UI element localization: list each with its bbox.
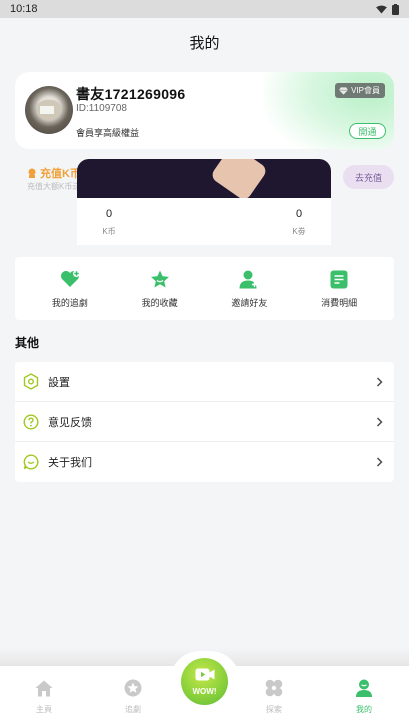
status-icons bbox=[376, 3, 399, 15]
tab-label: 主頁 bbox=[36, 705, 52, 714]
kcoupon-value: 0 bbox=[295, 208, 303, 220]
star-circle-icon bbox=[123, 678, 143, 698]
tab-label: 我的 bbox=[356, 705, 372, 714]
heart-plus-icon bbox=[59, 268, 81, 290]
kcoupon-label: K劵 bbox=[292, 227, 306, 236]
recharge-title-text: 充值K币 bbox=[40, 168, 81, 180]
tab-wow-button[interactable]: WOW! bbox=[181, 658, 228, 705]
kcoin-value: 0 bbox=[105, 208, 113, 220]
tab-explore[interactable]: 探索 bbox=[239, 666, 309, 728]
settings-icon bbox=[22, 373, 40, 391]
menu-item-label: 設置 bbox=[48, 376, 70, 389]
profile-icon bbox=[354, 678, 374, 698]
quick-action-my-dramas[interactable]: 我的追劇 bbox=[30, 257, 110, 320]
open-vip-button[interactable]: 開通 bbox=[349, 123, 386, 139]
tab-label: 追劇 bbox=[125, 705, 141, 714]
menu-item-about[interactable]: 关于我们 bbox=[15, 442, 394, 482]
kcoin-stat[interactable]: 0 K币 bbox=[79, 208, 139, 237]
avatar[interactable] bbox=[25, 86, 73, 134]
quick-action-label: 邀請好友 bbox=[231, 298, 268, 308]
tab-dramas[interactable]: 追劇 bbox=[98, 666, 168, 728]
page-title: 我的 bbox=[189, 35, 220, 52]
menu-item-settings[interactable]: 設置 bbox=[15, 362, 394, 402]
menu-item-label: 关于我们 bbox=[48, 457, 92, 469]
vip-badge: VIP會員 bbox=[335, 83, 385, 98]
chevron-right-icon bbox=[374, 457, 384, 467]
go-recharge-button[interactable]: 去充值 bbox=[343, 165, 394, 189]
member-benefit-text: 會員享高級權益 bbox=[76, 128, 140, 138]
recharge-title: 充值K币 bbox=[27, 165, 81, 181]
quick-action-favorites[interactable]: 我的收藏 bbox=[120, 257, 200, 320]
banner-image-shape bbox=[209, 159, 269, 198]
avatar-tag-image bbox=[40, 106, 54, 114]
wifi-icon bbox=[376, 4, 387, 14]
status-bar: 10:18 bbox=[0, 0, 409, 18]
diamond-icon bbox=[339, 86, 349, 95]
chevron-right-icon bbox=[374, 377, 384, 387]
kcoupon-stat[interactable]: 0 K劵 bbox=[269, 208, 329, 237]
explore-icon bbox=[264, 678, 284, 698]
chevron-right-icon bbox=[374, 417, 384, 427]
kcoin-label: K币 bbox=[102, 227, 116, 236]
video-camera-icon bbox=[195, 668, 215, 686]
wallet-panel-banner-image bbox=[77, 159, 331, 198]
quick-action-invite[interactable]: 邀請好友 bbox=[209, 257, 289, 320]
tab-label: 探索 bbox=[266, 705, 282, 714]
wow-label: WOW! bbox=[192, 686, 217, 696]
quick-action-label: 我的收藏 bbox=[141, 298, 178, 308]
status-time: 10:18 bbox=[10, 3, 38, 15]
user-name: 書友1721269096 bbox=[76, 86, 186, 102]
vip-badge-label: VIP會員 bbox=[351, 86, 380, 95]
quick-actions: 我的追劇 我的收藏 邀請好友 消費明細 bbox=[15, 257, 394, 320]
add-user-icon bbox=[238, 268, 260, 290]
home-icon bbox=[34, 678, 54, 698]
wallet-stats: 0 K币 0 K劵 bbox=[77, 198, 331, 245]
kcoin-icon bbox=[28, 168, 36, 178]
battery-icon bbox=[392, 3, 399, 15]
star-icon bbox=[149, 268, 171, 290]
question-icon bbox=[22, 413, 40, 431]
user-id: ID:1109708 bbox=[76, 103, 127, 114]
menu-item-feedback[interactable]: 意见反馈 bbox=[15, 402, 394, 442]
other-menu: 設置 意见反馈 关于我们 bbox=[15, 362, 394, 482]
quick-action-label: 我的追劇 bbox=[51, 298, 88, 308]
chat-smile-icon bbox=[22, 453, 40, 471]
wallet-panel: 0 K币 0 K劵 bbox=[77, 159, 331, 245]
other-section-title: 其他 bbox=[15, 336, 40, 350]
quick-action-spending[interactable]: 消費明細 bbox=[299, 257, 379, 320]
quick-action-label: 消費明細 bbox=[321, 298, 358, 308]
tab-profile[interactable]: 我的 bbox=[329, 666, 399, 728]
tab-home[interactable]: 主頁 bbox=[9, 666, 79, 728]
profile-card[interactable]: 書友1721269096 ID:1109708 會員享高級權益 VIP會員 開通 bbox=[15, 72, 394, 149]
receipt-icon bbox=[328, 268, 350, 290]
menu-item-label: 意见反馈 bbox=[48, 416, 92, 429]
